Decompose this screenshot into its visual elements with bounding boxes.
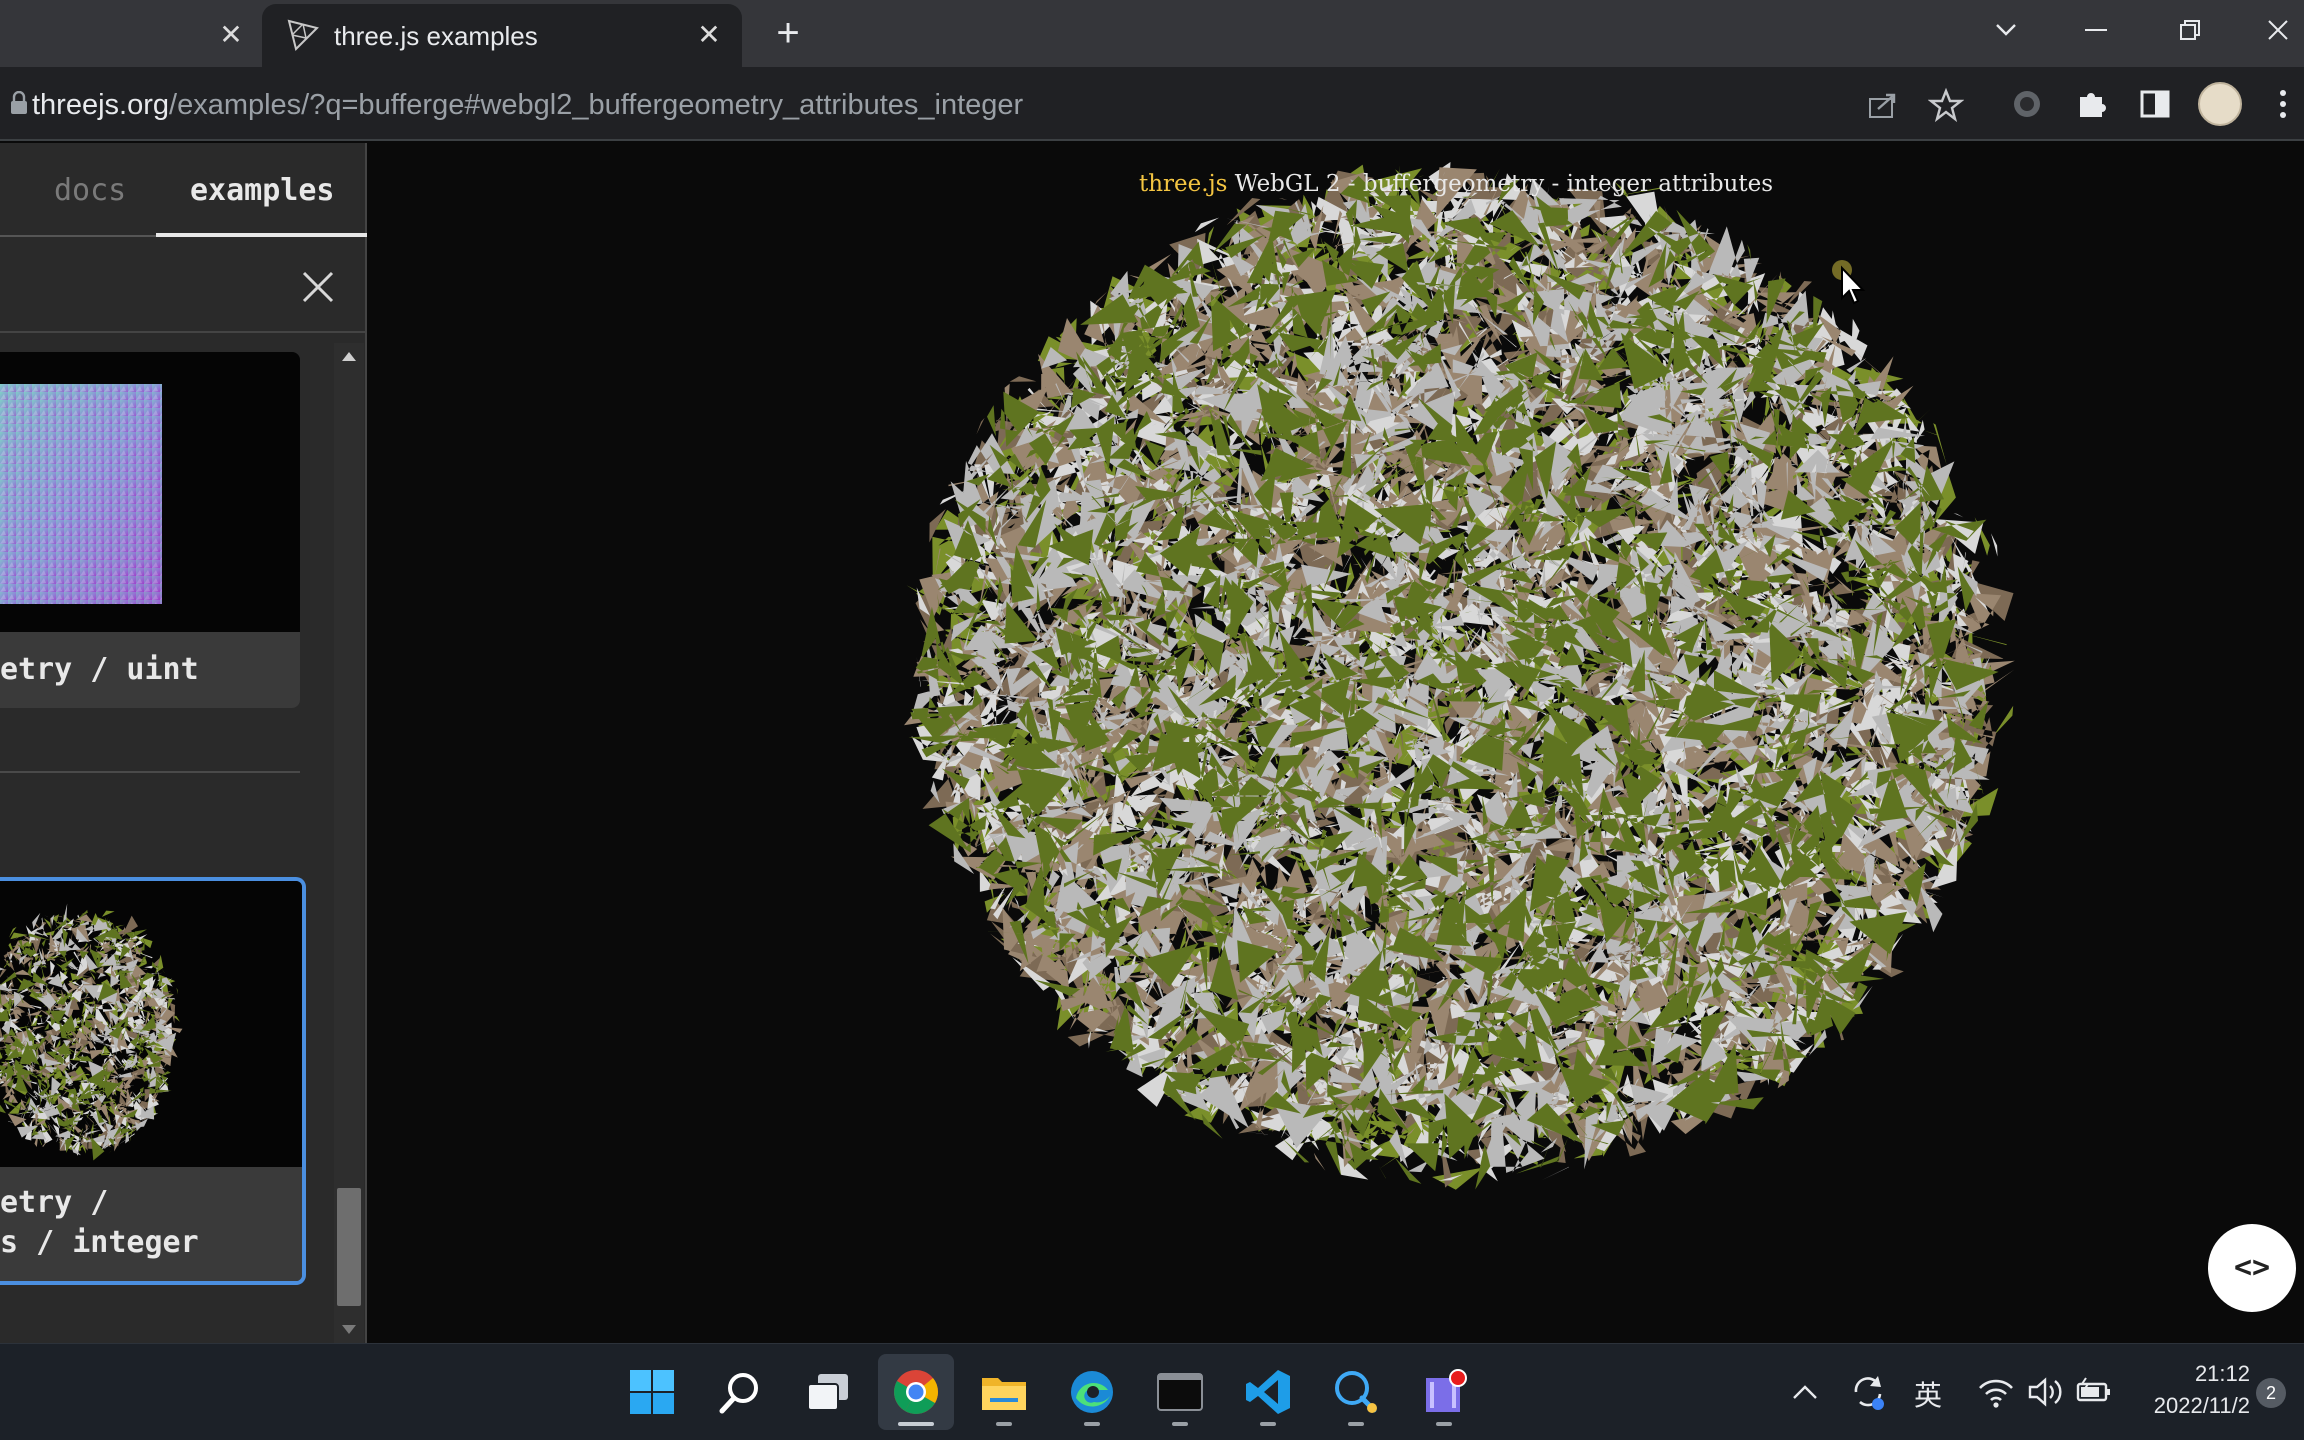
profile-avatar[interactable]	[2198, 82, 2242, 126]
info-caption: three.js WebGL 2 - buffergeometry - inte…	[1138, 171, 1774, 197]
browser-toolbar: threejs.org/examples/?q=bufferge#webgl2_…	[0, 67, 2304, 141]
minimize-icon[interactable]	[2066, 10, 2126, 50]
threejs-link[interactable]: three.js	[1139, 171, 1228, 197]
bookmark-star-icon[interactable]	[1928, 87, 1964, 123]
browser-tab-previous[interactable]: ✕	[0, 10, 262, 67]
scroll-up-arrow-icon[interactable]	[338, 347, 360, 367]
view-source-button[interactable]: <>	[2208, 1224, 2296, 1312]
tab-examples[interactable]: examples	[190, 173, 335, 208]
taskbar-file-explorer[interactable]	[966, 1354, 1042, 1430]
system-clock[interactable]: 21:12 2022/11/2	[2130, 1358, 2250, 1422]
close-icon[interactable]: ✕	[214, 18, 248, 52]
taskbar-vscode[interactable]	[1230, 1354, 1306, 1430]
example-thumbnail	[0, 881, 302, 1167]
active-tab-indicator	[156, 233, 367, 237]
taskbar-recorder[interactable]	[1406, 1354, 1482, 1430]
taskbar-edge[interactable]	[1054, 1354, 1130, 1430]
extensions-puzzle-icon[interactable]	[2072, 85, 2110, 123]
task-view-button[interactable]	[790, 1354, 866, 1430]
folder-icon	[982, 1378, 1026, 1410]
example-caption: etry / uint	[0, 632, 300, 708]
threejs-favicon-icon	[287, 19, 319, 51]
omnibox[interactable]: threejs.org/examples/?q=bufferge#webgl2_…	[0, 75, 1970, 131]
clock-date: 2022/11/2	[2153, 1393, 2250, 1418]
running-indicator	[1260, 1422, 1276, 1426]
edge-icon	[1071, 1371, 1113, 1413]
running-indicator	[1348, 1422, 1364, 1426]
vscode-icon	[1246, 1370, 1290, 1414]
wifi-icon[interactable]	[1976, 1370, 2016, 1414]
example-card-uint[interactable]: etry / uint	[0, 352, 300, 708]
restore-icon[interactable]	[2160, 10, 2220, 50]
sync-icon[interactable]	[1848, 1370, 1888, 1414]
taskbar-terminal[interactable]	[1142, 1354, 1218, 1430]
close-icon[interactable]: ✕	[692, 18, 726, 52]
notification-count-badge[interactable]: 2	[2256, 1378, 2286, 1408]
task-view-icon	[807, 1374, 848, 1411]
clear-search-icon[interactable]	[300, 269, 336, 305]
terminal-icon	[1157, 1373, 1203, 1411]
volume-icon[interactable]	[2026, 1370, 2066, 1414]
battery-icon[interactable]	[2074, 1370, 2114, 1414]
mouse-cursor-icon	[1832, 260, 1866, 305]
tab-title: three.js examples	[334, 21, 538, 51]
divider	[0, 771, 300, 773]
sidebar-tabs: docs examples	[0, 143, 367, 237]
clock-time: 21:12	[2194, 1361, 2250, 1386]
running-indicator	[1436, 1422, 1452, 1426]
url-text[interactable]: threejs.org/examples/?q=bufferge#webgl2_…	[32, 89, 1023, 122]
tab-search-chevron-icon[interactable]	[1976, 10, 2036, 50]
triangle-cloud	[904, 162, 2015, 1190]
example-thumbnail	[0, 352, 300, 632]
running-indicator	[1084, 1422, 1100, 1426]
running-indicator	[1172, 1422, 1188, 1426]
chrome-icon	[894, 1370, 938, 1414]
extension-circle-icon[interactable]	[2008, 85, 2046, 123]
windows-logo-icon	[630, 1370, 674, 1414]
lock-icon[interactable]	[10, 91, 28, 115]
running-indicator	[996, 1422, 1012, 1426]
share-icon[interactable]	[1864, 87, 1900, 123]
example-card-integer-selected[interactable]: etry / s / integer	[0, 877, 306, 1285]
taskbar-chrome[interactable]	[878, 1354, 954, 1430]
browser-tab-strip: ✕ three.js examples ✕ +	[0, 0, 2304, 67]
film-record-icon	[1426, 1369, 1467, 1412]
chat-search-icon	[1335, 1371, 1377, 1413]
more-menu-icon[interactable]	[2264, 85, 2302, 123]
running-indicator	[898, 1422, 934, 1426]
search-icon	[719, 1373, 758, 1414]
input-method-indicator[interactable]: 英	[1914, 1374, 1942, 1418]
browser-tab-active[interactable]: three.js examples ✕	[262, 4, 742, 67]
windows-taskbar: 英 21:12 2022/11/2 2	[0, 1343, 2304, 1440]
webgl-canvas[interactable]: three.js WebGL 2 - buffergeometry - inte…	[368, 143, 2304, 1343]
sidebar-scrollbar[interactable]	[334, 343, 364, 1343]
scrollbar-thumb[interactable]	[337, 1188, 361, 1306]
new-tab-button[interactable]: +	[768, 13, 808, 54]
taskbar-feedback-app[interactable]	[1318, 1354, 1394, 1430]
example-caption: etry / s / integer	[0, 1167, 302, 1281]
start-button[interactable]	[614, 1354, 690, 1430]
side-panel-icon[interactable]	[2136, 85, 2174, 123]
search-button[interactable]	[702, 1354, 778, 1430]
search-input[interactable]	[0, 239, 367, 333]
show-hidden-icons-chevron-icon[interactable]	[1790, 1370, 1820, 1414]
window-close-icon[interactable]	[2248, 10, 2304, 50]
tab-docs[interactable]: docs	[54, 173, 126, 208]
scroll-down-arrow-icon[interactable]	[338, 1319, 360, 1339]
